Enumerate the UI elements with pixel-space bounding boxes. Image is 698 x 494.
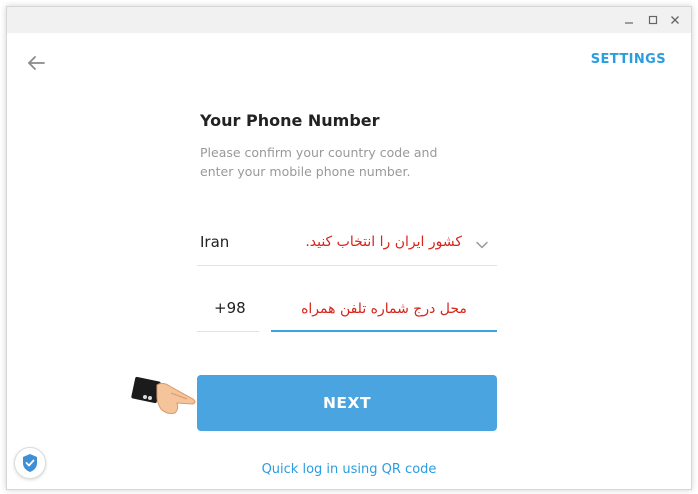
qr-login-link[interactable]: Quick log in using QR code	[7, 462, 691, 477]
phone-number-input[interactable]: محل درج شماره تلفن همراه	[271, 295, 497, 332]
country-annotation: کشور ایران را انتخاب کنید.	[305, 234, 462, 250]
country-select[interactable]: Iran کشور ایران را انتخاب کنید.	[197, 227, 497, 266]
page-title: Your Phone Number	[200, 111, 380, 130]
chevron-down-icon	[476, 241, 488, 249]
maximize-icon[interactable]	[645, 12, 661, 28]
close-icon[interactable]	[667, 12, 683, 28]
arrow-left-icon	[28, 56, 45, 70]
shield-icon	[14, 447, 46, 479]
title-bar	[7, 7, 691, 33]
phone-annotation: محل درج شماره تلفن همراه	[301, 301, 467, 317]
country-value: Iran	[200, 233, 230, 251]
settings-button[interactable]: SETTINGS	[591, 52, 666, 67]
back-button[interactable]	[25, 51, 49, 75]
country-code-input[interactable]: +98	[197, 295, 259, 332]
next-button[interactable]: NEXT	[197, 375, 497, 431]
pointing-hand-icon	[131, 376, 196, 414]
country-code-value: +98	[214, 299, 246, 317]
telegram-window: SETTINGS Your Phone Number Please confir…	[6, 6, 692, 490]
minimize-icon[interactable]	[621, 12, 637, 28]
page-description: Please confirm your country code and ent…	[200, 145, 438, 179]
